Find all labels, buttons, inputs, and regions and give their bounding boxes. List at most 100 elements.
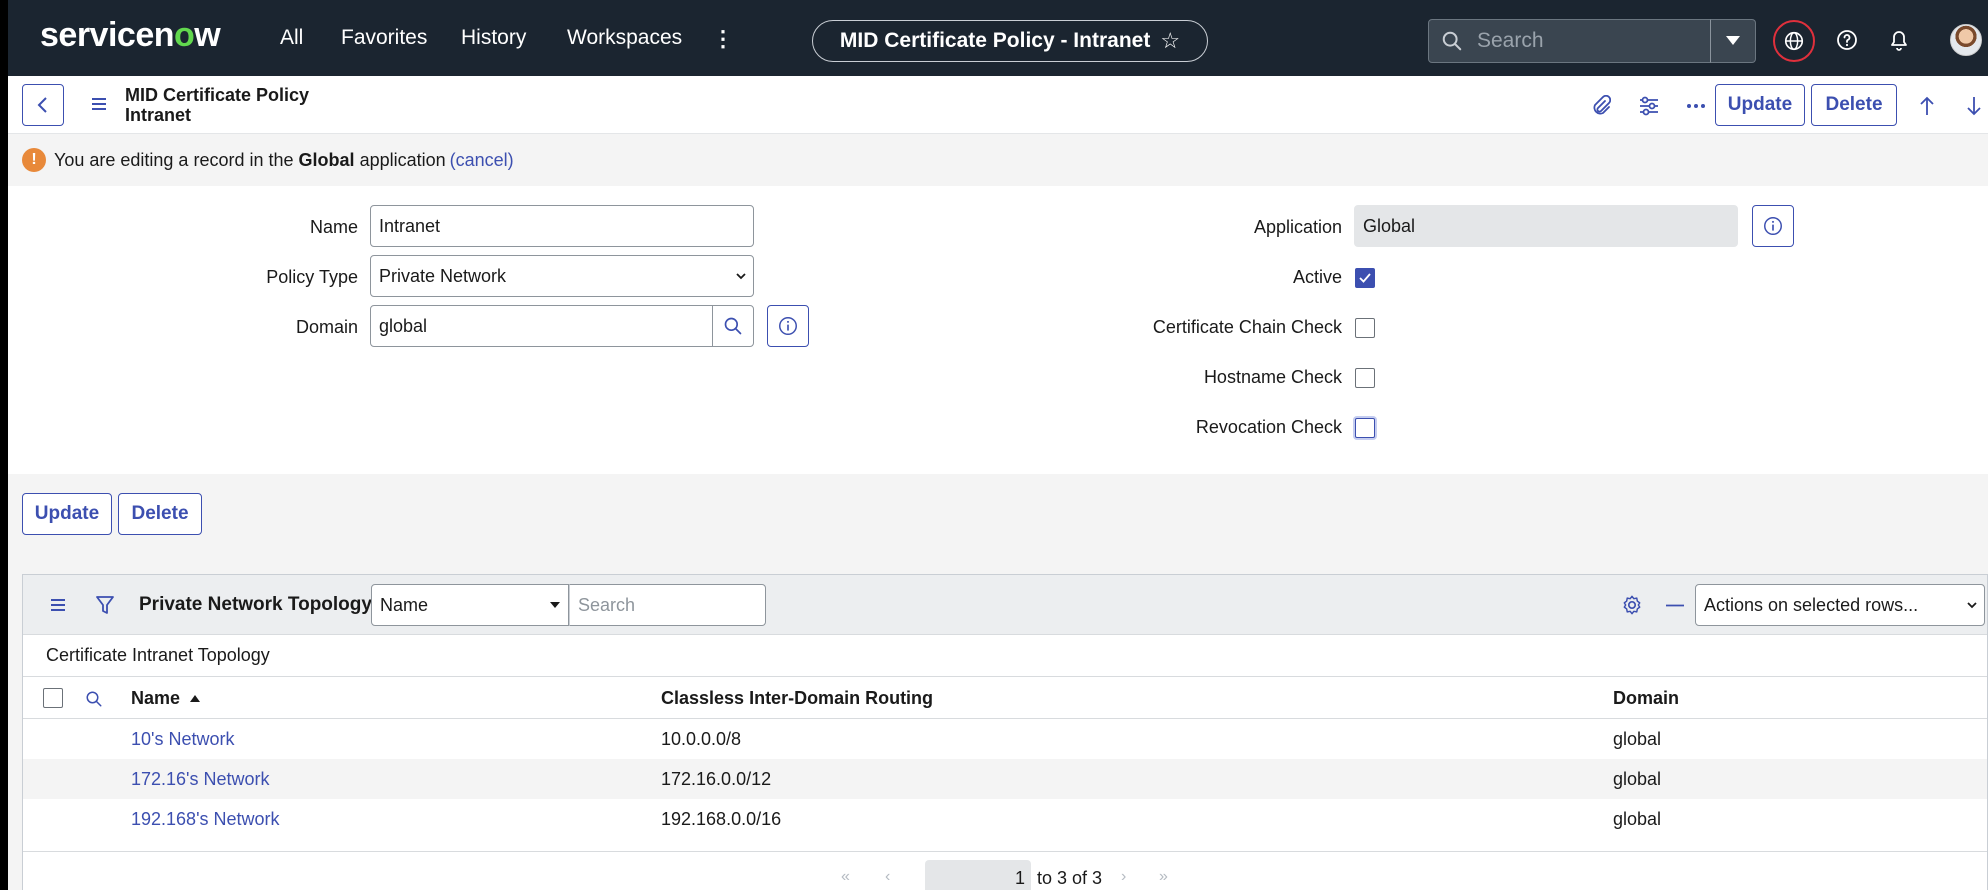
form-header: MID Certificate Policy Intranet Update D… [8,76,1988,134]
header-delete-button[interactable]: Delete [1811,84,1897,126]
context-title: MID Certificate Policy - Intranet [839,29,1151,52]
page-number-input[interactable]: 1 [925,860,1031,890]
actions-on-selected-rows-select[interactable]: Actions on selected rows... [1695,584,1985,626]
row-cidr: 172.16.0.0/12 [661,769,772,789]
policy-type-value: Private Network [379,265,507,286]
row-domain: global [1613,809,1662,829]
settings-sliders-icon[interactable] [1638,95,1660,117]
row-name-link[interactable]: 192.168's Network [131,809,280,830]
hostname-check-checkbox[interactable] [1355,368,1375,388]
gear-icon[interactable] [1621,594,1643,616]
record-title: MID Certificate Policy Intranet [125,85,309,125]
top-navigation-bar: servicenow All Favorites History Workspa… [8,0,1988,76]
domain-lookup-button[interactable] [712,305,754,347]
more-options-icon[interactable] [1686,99,1706,113]
app-frame: servicenow All Favorites History Workspa… [8,0,1988,890]
application-info-button[interactable] [1752,205,1794,247]
arrow-down-icon[interactable] [1965,95,1983,117]
table-row: 172.16's Network 172.16.0.0/12 global [23,759,1987,799]
bell-icon[interactable] [1888,28,1910,52]
nav-workspaces[interactable]: Workspaces [567,26,682,50]
active-checkbox[interactable] [1355,268,1375,288]
context-title-pill[interactable]: MID Certificate Policy - Intranet ☆ [812,20,1208,62]
search-scope-dropdown[interactable] [1710,19,1756,63]
list-context-menu-icon[interactable] [49,597,67,613]
revocation-check-checkbox[interactable] [1355,418,1375,438]
row-name-link[interactable]: 172.16's Network [131,769,270,790]
record-type: MID Certificate Policy [125,85,310,105]
search-icon [1442,31,1462,51]
global-search-input[interactable]: Search [1428,19,1730,63]
user-avatar[interactable] [1950,24,1982,56]
domain-field[interactable]: global [370,305,713,347]
arrow-up-icon[interactable] [1918,95,1936,117]
certificate-chain-check-label: Certificate Chain Check [1152,317,1342,337]
help-icon[interactable] [1835,28,1859,52]
next-page-icon[interactable]: › [1121,868,1126,886]
policy-type-select[interactable]: Private Network [370,255,754,297]
header-update-button[interactable]: Update [1715,84,1805,126]
pagination-summary: to 3 of 3 [1037,868,1103,888]
filter-icon[interactable] [95,594,115,616]
back-button[interactable] [22,84,64,126]
servicenow-logo[interactable]: servicenow [40,16,221,55]
list-search-input[interactable]: Search [569,584,766,626]
list-search-field-value: Name [380,594,429,615]
collapse-icon[interactable] [1666,604,1684,607]
footer-update-button[interactable]: Update [22,493,112,535]
table-row: 192.168's Network 192.168.0.0/16 global [23,799,1987,839]
hostname-check-label: Hostname Check [1203,367,1342,387]
table-row: 10's Network 10.0.0.0/8 global [23,719,1987,759]
column-header-domain[interactable]: Domain [1613,688,1679,709]
info-icon [779,317,797,335]
row-cidr: 192.168.0.0/16 [661,809,782,829]
row-domain: global [1613,769,1662,789]
related-list-subtitle: Certificate Intranet Topology [23,635,1987,677]
name-field[interactable]: Intranet [370,205,754,247]
domain-info-button[interactable] [767,305,809,347]
nav-history[interactable]: History [461,26,526,50]
column-header-cidr[interactable]: Classless Inter-Domain Routing [661,688,933,709]
last-page-icon[interactable]: » [1159,868,1168,886]
select-all-checkbox[interactable] [43,688,63,708]
paperclip-icon[interactable] [1591,95,1611,117]
search-icon [724,317,742,335]
warning-icon: ! [22,148,46,172]
chevron-down-icon [736,273,746,280]
table-header-row: Name Classless Inter-Domain Routing Doma… [23,677,1987,719]
policy-type-label: Policy Type [266,267,358,287]
pagination-bar: « ‹ 1 to 3 of 3 › » [23,851,1987,890]
certificate-chain-check-checkbox[interactable] [1355,318,1375,338]
search-icon[interactable] [85,690,103,708]
column-header-name[interactable]: Name [131,688,201,709]
form-body: Name Intranet Policy Type Private Networ… [8,186,1988,474]
alert-cancel-link[interactable]: (cancel) [450,150,514,171]
form-context-menu-icon[interactable] [90,96,108,112]
list-search-field-select[interactable]: Name [371,584,569,626]
caret-down-icon [550,602,560,608]
nav-favorites[interactable]: Favorites [341,26,427,50]
related-list-panel: Private Network Topology Name Search Act… [22,574,1988,890]
list-search-placeholder: Search [578,594,636,615]
previous-page-icon[interactable]: ‹ [885,868,890,886]
application-field: Global [1354,205,1738,247]
first-page-icon[interactable]: « [841,868,850,886]
application-scope-alert: ! You are editing a record in the Global… [8,134,1988,186]
scope-globe-button[interactable] [1773,20,1815,62]
row-name-link[interactable]: 10's Network [131,729,234,750]
active-label: Active [1292,267,1342,287]
row-domain: global [1613,729,1662,749]
related-list-title: Private Network Topology [139,594,372,615]
row-cidr: 10.0.0.0/8 [661,729,742,749]
nav-more-icon[interactable]: ⋮ [712,26,734,52]
footer-delete-button[interactable]: Delete [118,493,202,535]
global-search-placeholder: Search [1477,29,1544,52]
chevron-left-icon [37,97,47,113]
star-icon[interactable]: ☆ [1160,28,1180,54]
sort-ascending-icon [190,695,201,702]
application-label: Application [1253,217,1342,237]
nav-all[interactable]: All [280,26,303,50]
domain-label: Domain [295,317,358,337]
checkmark-icon [1359,273,1371,283]
caret-down-icon [1726,36,1740,45]
